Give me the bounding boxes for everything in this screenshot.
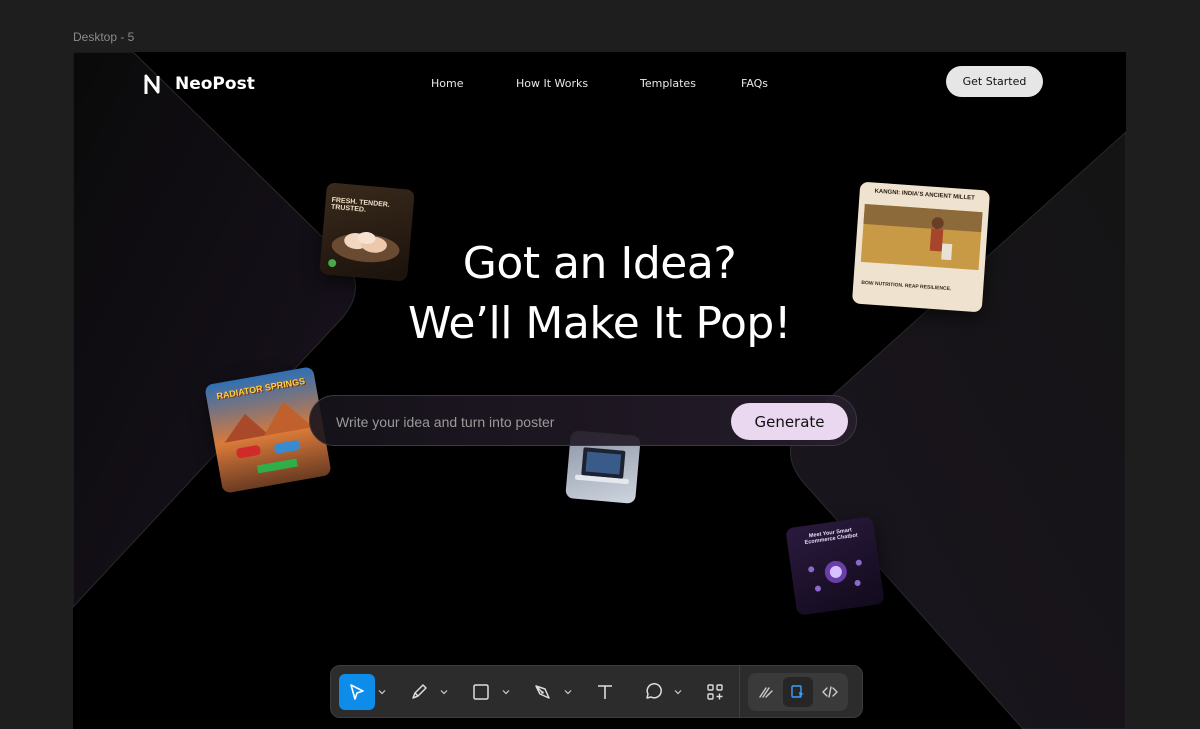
pencil-tool-button[interactable] [401,674,437,710]
chatbot-image [808,559,862,592]
dev-mode-button[interactable] [815,677,845,707]
cursor-arrow-icon [350,683,364,700]
hero-line-2: We’ll Make It Pop! [408,298,791,349]
pen-tool-dropdown[interactable] [561,674,575,710]
pen-nib-icon [535,684,550,699]
move-tool-button[interactable] [339,673,375,710]
idea-input[interactable] [336,396,716,447]
pencil-tool-dropdown[interactable] [437,674,451,710]
desktop-frame: NeoPost Home How It Works Templates FAQs… [73,52,1126,729]
generate-button[interactable]: Generate [731,403,848,440]
text-tool-button[interactable] [587,674,623,710]
draw-scribble-icon [759,686,773,698]
frame-tool-button[interactable] [463,674,499,710]
components-grid-icon [707,683,723,700]
chevron-down-icon [440,689,448,694]
comment-tool-dropdown[interactable] [671,674,685,710]
mode-switcher [748,672,848,711]
rectangle-icon [473,683,489,700]
chevron-down-icon [378,689,386,694]
get-started-button[interactable]: Get Started [946,66,1043,97]
hero-heading: Got an Idea? We’ll Make It Pop! [73,234,1126,354]
idea-prompt-bar: Generate [309,395,857,447]
nav-how-it-works[interactable]: How It Works [516,77,588,90]
toolbar-divider [739,665,740,718]
draw-mode-button[interactable] [751,677,781,707]
comment-tool-button[interactable] [635,674,671,710]
nav-home[interactable]: Home [431,77,463,90]
nav-templates[interactable]: Templates [640,77,696,90]
text-t-icon [598,684,612,699]
frame-label[interactable]: Desktop - 5 [73,30,134,44]
poster-chatbot-thumbnail[interactable]: Meet Your Smart Ecommerce Chatbot [785,516,885,616]
components-tool-button[interactable] [697,674,733,710]
pen-tool-button[interactable] [525,674,561,710]
code-brackets-icon [822,685,838,698]
move-tool-dropdown[interactable] [375,674,389,710]
pencil-icon [412,683,427,699]
editor-toolbar [330,665,863,718]
comment-bubble-icon [646,682,662,699]
chevron-down-icon [674,689,682,694]
design-mode-button[interactable] [783,676,813,707]
nav-faqs[interactable]: FAQs [741,77,768,90]
chevron-down-icon [502,689,510,694]
chevron-down-icon [564,689,572,694]
frame-tool-dropdown[interactable] [499,674,513,710]
hero-line-1: Got an Idea? [462,238,737,289]
design-mode-icon [791,684,804,698]
